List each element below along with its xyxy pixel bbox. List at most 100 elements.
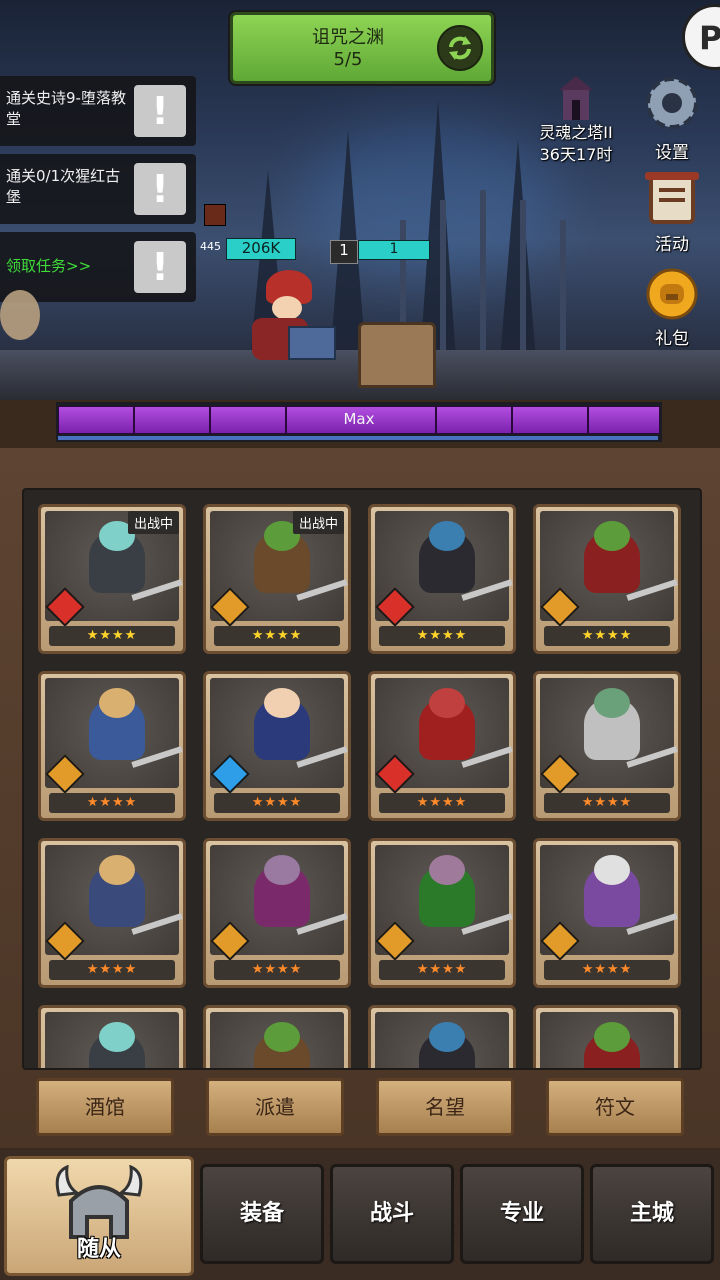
owl-pet — [0, 290, 40, 340]
events-button[interactable]: 活动 — [632, 170, 712, 255]
exclamation-icon: ! — [134, 241, 186, 293]
hero-head — [264, 1022, 300, 1052]
tab-battle[interactable]: 战斗 — [330, 1164, 454, 1264]
hero-stars: ★★★★ — [214, 793, 340, 813]
settings-button[interactable]: 设置 — [632, 72, 712, 163]
hero-stars: ★★★★ — [544, 793, 670, 813]
hero-stars: ★★★★ — [544, 960, 670, 980]
tower-timer: 36天17时 — [539, 145, 613, 164]
hero-card[interactable] — [533, 1005, 681, 1068]
gear-icon — [646, 77, 698, 129]
hero-card[interactable]: ★★★★ — [203, 671, 351, 821]
hero-card[interactable]: ★★★★ — [368, 671, 516, 821]
dungeon-name: 诅咒之渊 — [312, 27, 384, 48]
hero-card[interactable]: ★★★★ — [38, 838, 186, 988]
gift-button[interactable]: 礼包 — [632, 268, 712, 349]
hero-stars: ★★★★ — [49, 626, 175, 646]
followers-panel: ★★★★ 出战中 ★★★★ 出战中 ★★★★ ★★★★ ★★★★ ★★★★ ★★★★ ★★★★ ★★… — [0, 448, 720, 1148]
gate-bar — [560, 220, 566, 360]
hero-stars: ★★★★ — [49, 793, 175, 813]
hero-stars: ★★★★ — [49, 960, 175, 980]
hero-card[interactable] — [203, 1005, 351, 1068]
exclamation-icon: ! — [134, 85, 186, 137]
quest-text: 通关史诗9-堕落教堂 — [6, 89, 126, 128]
hero-stars: ★★★★ — [214, 626, 340, 646]
hero-head — [594, 1022, 630, 1052]
quest-item[interactable]: 通关0/1次猩红古堡 ! — [0, 154, 196, 224]
quest-item[interactable]: 通关史诗9-堕落教堂 ! — [0, 76, 196, 146]
hero-head — [264, 688, 300, 718]
refresh-icon — [449, 36, 471, 60]
hero-grid[interactable]: ★★★★ 出战中 ★★★★ 出战中 ★★★★ ★★★★ ★★★★ ★★★★ ★★★★ ★★★★ ★★… — [22, 488, 702, 1070]
tavern-button[interactable]: 酒馆 — [36, 1078, 174, 1136]
player-avatar[interactable]: P — [682, 4, 720, 70]
tab-main-city[interactable]: 主城 — [590, 1164, 714, 1264]
gate-bar — [480, 190, 486, 360]
hero-card[interactable]: ★★★★ 出战中 — [38, 504, 186, 654]
hero-stars: ★★★★ — [379, 960, 505, 980]
hero-portrait — [210, 1012, 344, 1068]
hero-head — [594, 855, 630, 885]
runes-button[interactable]: 符文 — [546, 1078, 684, 1136]
tab-followers-label: 随从 — [76, 1237, 121, 1262]
hero-card[interactable]: ★★★★ — [368, 504, 516, 654]
background-spire — [500, 140, 536, 360]
hero-power: 445 — [200, 240, 221, 253]
buff-icon — [204, 204, 226, 226]
hero-head — [429, 688, 465, 718]
hero-head — [429, 521, 465, 551]
dungeon-progress: 5/5 — [333, 49, 363, 70]
hero-stars: ★★★★ — [544, 626, 670, 646]
reputation-button[interactable]: 名望 — [376, 1078, 514, 1136]
background-spire — [420, 100, 456, 360]
soul-tower-button[interactable]: 灵魂之塔II 36天17时 — [528, 76, 624, 166]
hero-card[interactable]: ★★★★ 出战中 — [203, 504, 351, 654]
hero-hp-bar: 206K — [226, 238, 296, 260]
hero-head — [594, 688, 630, 718]
bottom-nav: 随从 装备 战斗 专业 主城 — [0, 1150, 720, 1280]
scroll-icon — [645, 172, 699, 224]
hero-card[interactable] — [38, 1005, 186, 1068]
events-label: 活动 — [655, 235, 689, 255]
hero-card[interactable] — [368, 1005, 516, 1068]
exclamation-icon: ! — [134, 163, 186, 215]
avatar-letter-icon: P — [699, 19, 720, 57]
gold-helmet-icon — [646, 268, 698, 320]
tab-followers[interactable]: 随从 — [4, 1156, 194, 1276]
hero-portrait — [375, 1012, 509, 1068]
hero-stars: ★★★★ — [379, 626, 505, 646]
hero-hp-value: 206K — [241, 239, 281, 257]
dungeon-panel[interactable]: 诅咒之渊 5/5 — [230, 12, 494, 84]
max-label: Max — [343, 410, 375, 428]
hero-stars: ★★★★ — [379, 793, 505, 813]
hero-portrait — [540, 1012, 674, 1068]
enemy-level: 1 — [330, 240, 358, 264]
tab-profession[interactable]: 专业 — [460, 1164, 584, 1264]
treasure-chest[interactable] — [358, 322, 436, 388]
hero-head — [429, 1022, 465, 1052]
hero-card[interactable]: ★★★★ — [533, 671, 681, 821]
tab-equipment[interactable]: 装备 — [200, 1164, 324, 1264]
quest-item[interactable]: 领取任务>> ! — [0, 232, 196, 302]
hero-card[interactable]: ★★★★ — [203, 838, 351, 988]
refresh-button[interactable] — [437, 25, 483, 71]
battle-scene: 诅咒之渊 5/5 P 通关史诗9-堕落教堂 ! 通关0/1次猩红古堡 ! 领取任… — [0, 0, 720, 400]
quest-text: 领取任务>> — [6, 257, 92, 275]
hero-head — [99, 855, 135, 885]
tower-name: 灵魂之塔II — [539, 123, 613, 142]
hero-head — [429, 855, 465, 885]
deployed-badge: 出战中 — [127, 511, 179, 534]
hero-card[interactable]: ★★★★ — [38, 671, 186, 821]
gate-bar — [440, 200, 446, 360]
hero-card[interactable]: ★★★★ — [368, 838, 516, 988]
hero-portrait — [45, 1012, 179, 1068]
dispatch-button[interactable]: 派遣 — [206, 1078, 344, 1136]
enemy-hp-bar: 1 — [358, 240, 430, 260]
hero-card[interactable]: ★★★★ — [533, 838, 681, 988]
hero-card[interactable]: ★★★★ — [533, 504, 681, 654]
hero-head — [99, 688, 135, 718]
deployed-badge: 出战中 — [292, 511, 344, 534]
player-hero-sprite — [232, 270, 336, 370]
hero-stars: ★★★★ — [214, 960, 340, 980]
gate-bar — [520, 200, 526, 360]
